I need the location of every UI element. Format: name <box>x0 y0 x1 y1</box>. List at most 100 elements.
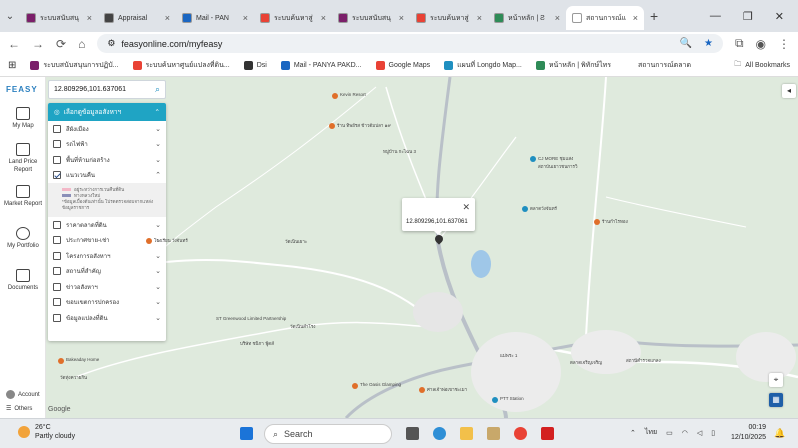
bookmark-item[interactable]: ระบบสนับสนุนการปฏิบั... <box>30 60 119 71</box>
browser-tab[interactable]: ระบบสนับสนุ × <box>20 6 98 30</box>
notification-bell-icon[interactable]: 🔔 <box>774 428 785 439</box>
forward-icon[interactable]: → <box>32 37 44 51</box>
tab-close-icon[interactable]: × <box>321 13 326 23</box>
map-label[interactable]: The Oasis Glamping <box>360 382 401 387</box>
bookmark-item[interactable]: หน้าหลัก | พิทักษ์ไทร <box>535 60 611 71</box>
site-info-icon[interactable]: ⚙ <box>107 38 115 49</box>
layer-item[interactable]: ข่าวอสังหาฯ ⌄ <box>48 279 166 295</box>
apps-grid-icon[interactable]: ⊞ <box>8 60 16 71</box>
new-tab-button[interactable]: + <box>650 8 658 24</box>
home-icon[interactable]: ⌂ <box>78 37 85 51</box>
map-label[interactable]: แม่พระ 1 <box>500 352 517 359</box>
layer-item[interactable]: ราคาตลาดที่ดิน ⌄ <box>48 217 166 233</box>
map-label[interactable]: ST Greenwood Limited Partnership <box>216 316 286 321</box>
all-bookmarks-button[interactable]: 🗀 All Bookmarks <box>734 60 790 71</box>
profile-icon[interactable]: ◉ <box>756 37 766 51</box>
display-icon[interactable]: ▭ <box>666 429 673 437</box>
tab-close-icon[interactable]: × <box>555 13 560 23</box>
file-explorer-icon[interactable] <box>460 427 473 440</box>
pdf-icon[interactable] <box>541 427 554 440</box>
coordinate-search-input[interactable]: 12.809296,101.637061 ⌕ <box>48 80 166 99</box>
tab-close-icon[interactable]: × <box>477 13 482 23</box>
map-label[interactable]: สถานีตำรวจแกลง <box>626 357 661 364</box>
chevron-down-icon[interactable]: ⌄ <box>155 252 161 260</box>
map-label[interactable]: บริษัท ชนิกา ฟู้ดส์ <box>240 340 274 347</box>
layer-item[interactable]: รถไฟฟ้า ⌄ <box>48 137 166 153</box>
taskbar-search[interactable]: ⌕ Search <box>264 424 392 444</box>
reload-icon[interactable]: ⟳ <box>56 37 66 51</box>
weather-widget[interactable]: 26°C Partly cloudy <box>18 423 75 441</box>
layer-item[interactable]: แนวเวนคืน ⌃ <box>48 168 166 184</box>
map-label[interactable]: ศาลเจ้าพ่อเขาชะเมา <box>427 386 467 393</box>
layer-checkbox[interactable] <box>53 267 61 276</box>
edge-icon[interactable] <box>433 427 446 440</box>
maximize-icon[interactable]: ❐ <box>743 10 753 23</box>
close-icon[interactable]: ✕ <box>462 202 470 213</box>
browser-tab[interactable]: ระบบค้นหาสู่ × <box>410 6 488 30</box>
layer-checkbox[interactable] <box>53 140 61 149</box>
browser-tab[interactable]: ระบบสนับสนุ × <box>332 6 410 30</box>
poi-marker-icon[interactable] <box>492 397 498 403</box>
bookmark-item[interactable]: สถานการณ์ตลาด <box>625 60 691 71</box>
bookmark-item[interactable]: Dsi <box>243 60 267 71</box>
layer-checkbox[interactable] <box>53 124 61 133</box>
bookmark-item[interactable]: Mail - PANYA PAKD... <box>280 60 362 71</box>
chevron-up-icon[interactable]: ⌃ <box>155 171 161 179</box>
chevron-down-icon[interactable]: ⌄ <box>155 140 161 148</box>
layer-item[interactable]: ข้อมูลแปลงที่ดิน ⌄ <box>48 310 166 326</box>
chrome-icon[interactable] <box>514 427 527 440</box>
map-layers-icon[interactable]: ▦ <box>769 393 783 407</box>
map-label[interactable]: Bakeaday Home <box>66 357 99 362</box>
others-button[interactable]: ☰ Others <box>6 405 32 413</box>
locate-icon[interactable]: ⌖ <box>769 373 783 387</box>
map-label[interactable]: Kevin Resort <box>340 92 366 97</box>
volume-icon[interactable]: ◁ <box>697 429 702 437</box>
layer-item[interactable]: ขอบเขตการปกครอง ⌄ <box>48 295 166 311</box>
browser-tab[interactable]: หน้าหลัก | Ƨ × <box>488 6 566 30</box>
poi-marker-icon[interactable] <box>146 238 152 244</box>
app-icon[interactable] <box>487 427 500 440</box>
close-window-icon[interactable]: ✕ <box>775 10 784 23</box>
tab-close-icon[interactable]: × <box>243 13 248 23</box>
poi-marker-icon[interactable] <box>530 156 536 162</box>
zoom-icon[interactable]: 🔍 <box>680 38 692 49</box>
layer-item[interactable]: พื้นที่ห้ามก่อสร้าง ⌄ <box>48 152 166 168</box>
map-label[interactable]: ร้าน ทิพย์รส ข้าวต้มปลา ๑๙ <box>337 122 391 129</box>
sidebar-item-my-portfolio[interactable]: My Portfolio <box>0 227 46 250</box>
map-label[interactable]: สถาบันเยาวชนการวิ <box>538 163 578 170</box>
chevron-down-icon[interactable]: ⌄ <box>155 156 161 164</box>
browser-tab[interactable]: Appraisal × <box>98 6 176 30</box>
layer-checkbox[interactable] <box>53 220 61 229</box>
poi-marker-icon[interactable] <box>419 387 425 393</box>
poi-marker-icon[interactable] <box>522 206 528 212</box>
tab-close-icon[interactable]: × <box>165 13 170 23</box>
map-label[interactable]: วัดเนินเผาะ <box>285 238 307 245</box>
map-label[interactable]: ร้านกำไรทอง <box>602 218 628 225</box>
layer-item[interactable]: สถานที่สำคัญ ⌄ <box>48 264 166 280</box>
sidebar-item-documents[interactable]: Documents <box>0 269 46 292</box>
tab-close-icon[interactable]: × <box>399 13 404 23</box>
sidebar-item-market-report[interactable]: Market Report <box>0 185 46 208</box>
poi-marker-icon[interactable] <box>594 219 600 225</box>
browser-tab[interactable]: สถานการณ์แ × <box>566 6 644 30</box>
task-view-icon[interactable] <box>406 427 419 440</box>
layer-checkbox[interactable] <box>53 236 61 245</box>
chevron-up-icon[interactable]: ⌃ <box>630 429 636 437</box>
tab-close-icon[interactable]: × <box>87 13 92 23</box>
browser-tab[interactable]: ระบบค้นหาสู่ × <box>254 6 332 30</box>
map-label[interactable]: โรงเรียน วังจันทร์ <box>154 237 188 244</box>
chevron-down-icon[interactable]: ⌄ <box>155 267 161 275</box>
map-label[interactable]: ตลาดวังจันทร์ <box>530 205 557 212</box>
layers-panel-header[interactable]: ◎ เลือกดูข้อมูลอสังหาฯ ⌃ <box>48 103 166 121</box>
url-field[interactable]: ⚙ feasyonline.com/myfeasy 🔍 ★ <box>97 34 723 53</box>
windows-start-icon[interactable] <box>240 427 253 440</box>
wifi-icon[interactable]: ◠ <box>682 429 688 437</box>
tab-close-icon[interactable]: × <box>633 13 638 23</box>
chevron-down-icon[interactable]: ⌄ <box>155 298 161 306</box>
tab-search-chevron-icon[interactable]: ⌄ <box>0 11 20 22</box>
layer-checkbox[interactable] <box>53 171 61 180</box>
chevron-down-icon[interactable]: ⌄ <box>155 283 161 291</box>
extensions-icon[interactable]: ⧉ <box>735 36 744 51</box>
chevron-down-icon[interactable]: ⌄ <box>155 221 161 229</box>
chevron-down-icon[interactable]: ⌄ <box>155 125 161 133</box>
